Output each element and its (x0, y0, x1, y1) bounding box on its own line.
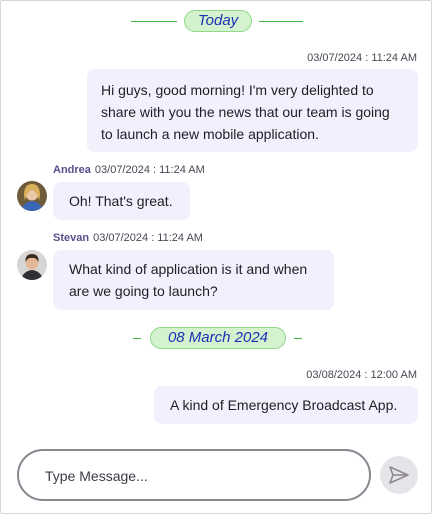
message-text-line: are we going to launch? (69, 283, 218, 299)
separator-line (259, 21, 303, 22)
avatar (17, 250, 47, 280)
message-bubble-outgoing: A kind of Emergency Broadcast App. (154, 386, 418, 424)
send-button[interactable] (380, 456, 418, 494)
message-timestamp: 03/07/2024 : 11:24 AM (94, 164, 205, 176)
message-text-line: A kind of Emergency Broadcast App. (170, 397, 398, 413)
author-name: Stevan (53, 232, 90, 244)
date-label: 08 March 2024 (150, 327, 286, 349)
message-text-line: to launch a new mobile application. (101, 126, 319, 142)
message-input[interactable] (43, 465, 347, 487)
separator-line (133, 338, 141, 339)
message-text-line: What kind of application is it and when (69, 261, 308, 277)
message-timestamp: 03/08/2024 : 12:00 AM (306, 369, 417, 381)
chat-panel: Today 03/07/2024 : 11:24 AM Hi guys, goo… (0, 0, 432, 514)
avatar (17, 181, 47, 211)
message-bubble-incoming: Oh! That's great. (53, 182, 190, 220)
message-text-line: share with you the news that our team is… (101, 104, 390, 120)
message-text-line: Oh! That's great. (69, 193, 173, 209)
message-timestamp: 03/07/2024 : 11:24 AM (93, 232, 203, 244)
date-separator: 08 March 2024 (1, 327, 432, 351)
message-bubble-incoming: What kind of application is it and when … (53, 250, 334, 310)
separator-line (131, 21, 177, 22)
message-input-container[interactable] (17, 449, 371, 501)
message-timestamp: 03/07/2024 : 11:24 AM (307, 52, 417, 64)
separator-line (294, 338, 302, 339)
author-name: Andrea (53, 164, 91, 176)
message-text-line: Hi guys, good morning! I'm very delighte… (101, 82, 374, 98)
date-separator: Today (1, 10, 432, 34)
message-bubble-outgoing: Hi guys, good morning! I'm very delighte… (87, 69, 418, 152)
message-meta: Stevan 03/07/2024 : 11:24 AM (53, 232, 203, 244)
date-label: Today (184, 10, 252, 32)
send-icon (380, 466, 418, 497)
message-meta: Andrea 03/07/2024 : 11:24 AM (53, 164, 205, 176)
